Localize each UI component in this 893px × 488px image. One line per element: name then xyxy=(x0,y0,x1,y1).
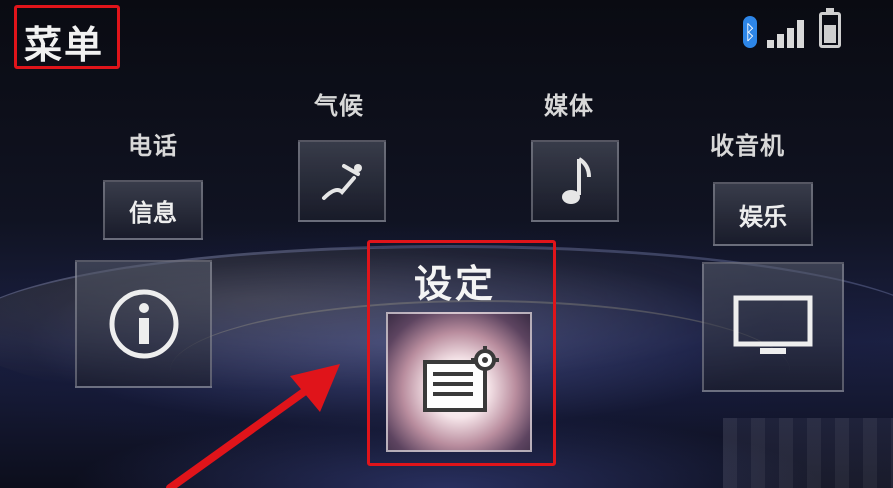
menu-item-media[interactable] xyxy=(531,140,619,222)
menu-item-settings[interactable] xyxy=(386,312,532,452)
bluetooth-icon xyxy=(743,16,757,48)
menu-screen: 菜单 电话 信息 气候 媒体 收音机 娱乐 xyxy=(0,0,893,488)
menu-item-phone[interactable]: 信息 xyxy=(103,180,203,240)
menu-item-radio[interactable]: 娱乐 xyxy=(713,182,813,246)
media-label: 媒体 xyxy=(544,92,594,120)
phone-label: 电话 xyxy=(128,132,178,160)
menu-item-entertainment[interactable] xyxy=(702,262,844,392)
settings-document-gear-icon xyxy=(423,346,499,412)
menu-item-climate[interactable] xyxy=(298,140,386,222)
pixelated-watermark xyxy=(723,418,893,488)
annotation-arrow-icon xyxy=(166,364,340,488)
status-bar xyxy=(743,8,841,48)
info-caption: 信息 xyxy=(129,198,177,227)
climate-label: 气候 xyxy=(314,92,364,120)
settings-label: 设定 xyxy=(414,262,497,306)
seat-climate-icon xyxy=(322,164,362,200)
entertainment-caption: 娱乐 xyxy=(739,202,787,231)
monitor-icon xyxy=(733,295,813,354)
page-title: 菜单 xyxy=(24,23,105,67)
music-note-icon xyxy=(562,157,591,204)
signal-icon xyxy=(767,16,809,48)
battery-icon xyxy=(819,8,841,48)
radio-label: 收音机 xyxy=(710,132,785,160)
